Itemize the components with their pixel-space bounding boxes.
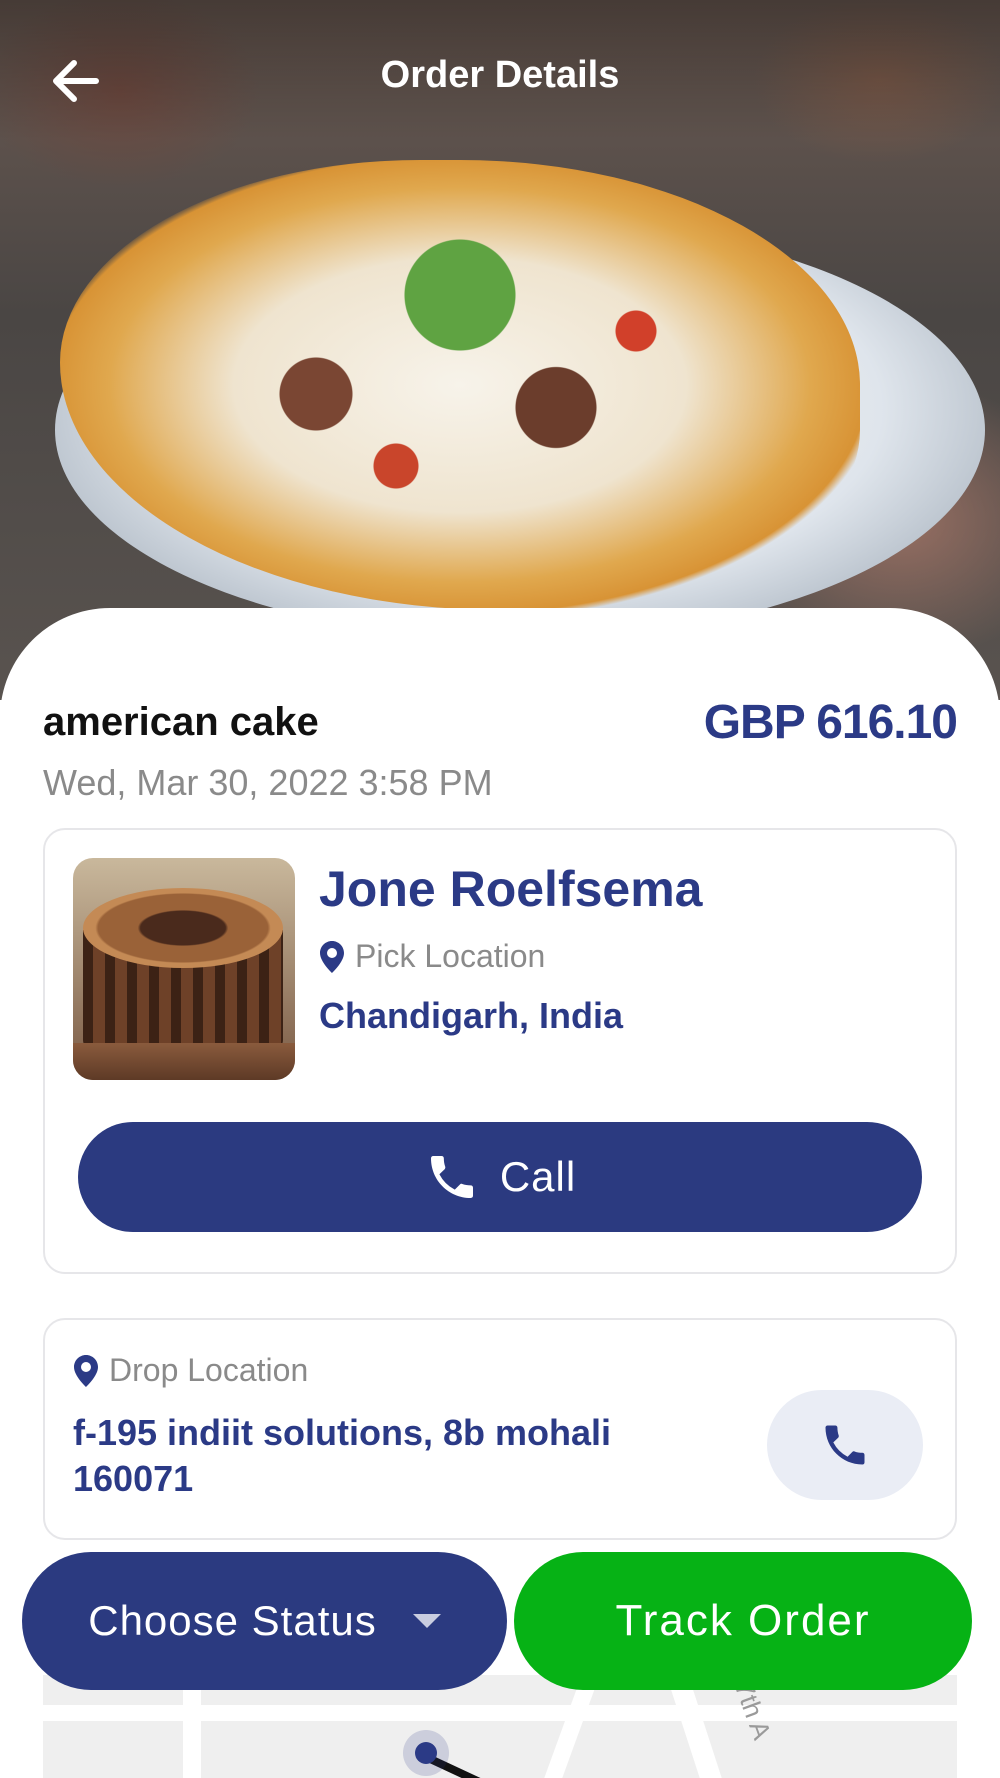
order-datetime: Wed, Mar 30, 2022 3:58 PM [43, 762, 493, 803]
track-order-button[interactable]: Track Order [514, 1552, 972, 1690]
caret-down-icon [412, 1614, 441, 1628]
drop-call-button[interactable] [767, 1390, 923, 1500]
pick-location-value: Chandigarh, India [319, 995, 624, 1036]
call-button-label: Call [499, 1153, 577, 1200]
order-item-name: american cake [43, 700, 319, 744]
contact-name: Jone Roelfsema [319, 861, 703, 917]
top-bar: Order Details [0, 0, 1000, 160]
choose-status-label: Choose Status [88, 1597, 377, 1644]
phone-icon [430, 1156, 473, 1198]
location-pin-icon [320, 940, 344, 973]
drop-location-row: Drop Location [73, 1352, 308, 1389]
cake-image [73, 858, 295, 1080]
page-title: Order Details [380, 54, 620, 96]
pickup-card: Jone Roelfsema Pick Location Chandigarh,… [43, 828, 957, 1274]
location-pin-icon [74, 1354, 98, 1387]
pick-location-label: Pick Location [355, 938, 546, 974]
choose-status-dropdown[interactable]: Choose Status [22, 1552, 507, 1690]
map-view[interactable]: 7th A [43, 1675, 957, 1778]
order-price: GBP 616.10 [703, 696, 958, 749]
pick-location-row: Pick Location [319, 938, 545, 975]
track-order-label: Track Order [615, 1596, 871, 1645]
drop-location-label: Drop Location [109, 1352, 309, 1388]
map-location-marker [403, 1730, 449, 1776]
phone-icon [825, 1425, 865, 1465]
drop-card: Drop Location f-195 indiit solutions, 8b… [43, 1318, 957, 1540]
call-button[interactable]: Call [78, 1122, 922, 1232]
drop-address: f-195 indiit solutions, 8b mohali 160071 [73, 1412, 612, 1499]
